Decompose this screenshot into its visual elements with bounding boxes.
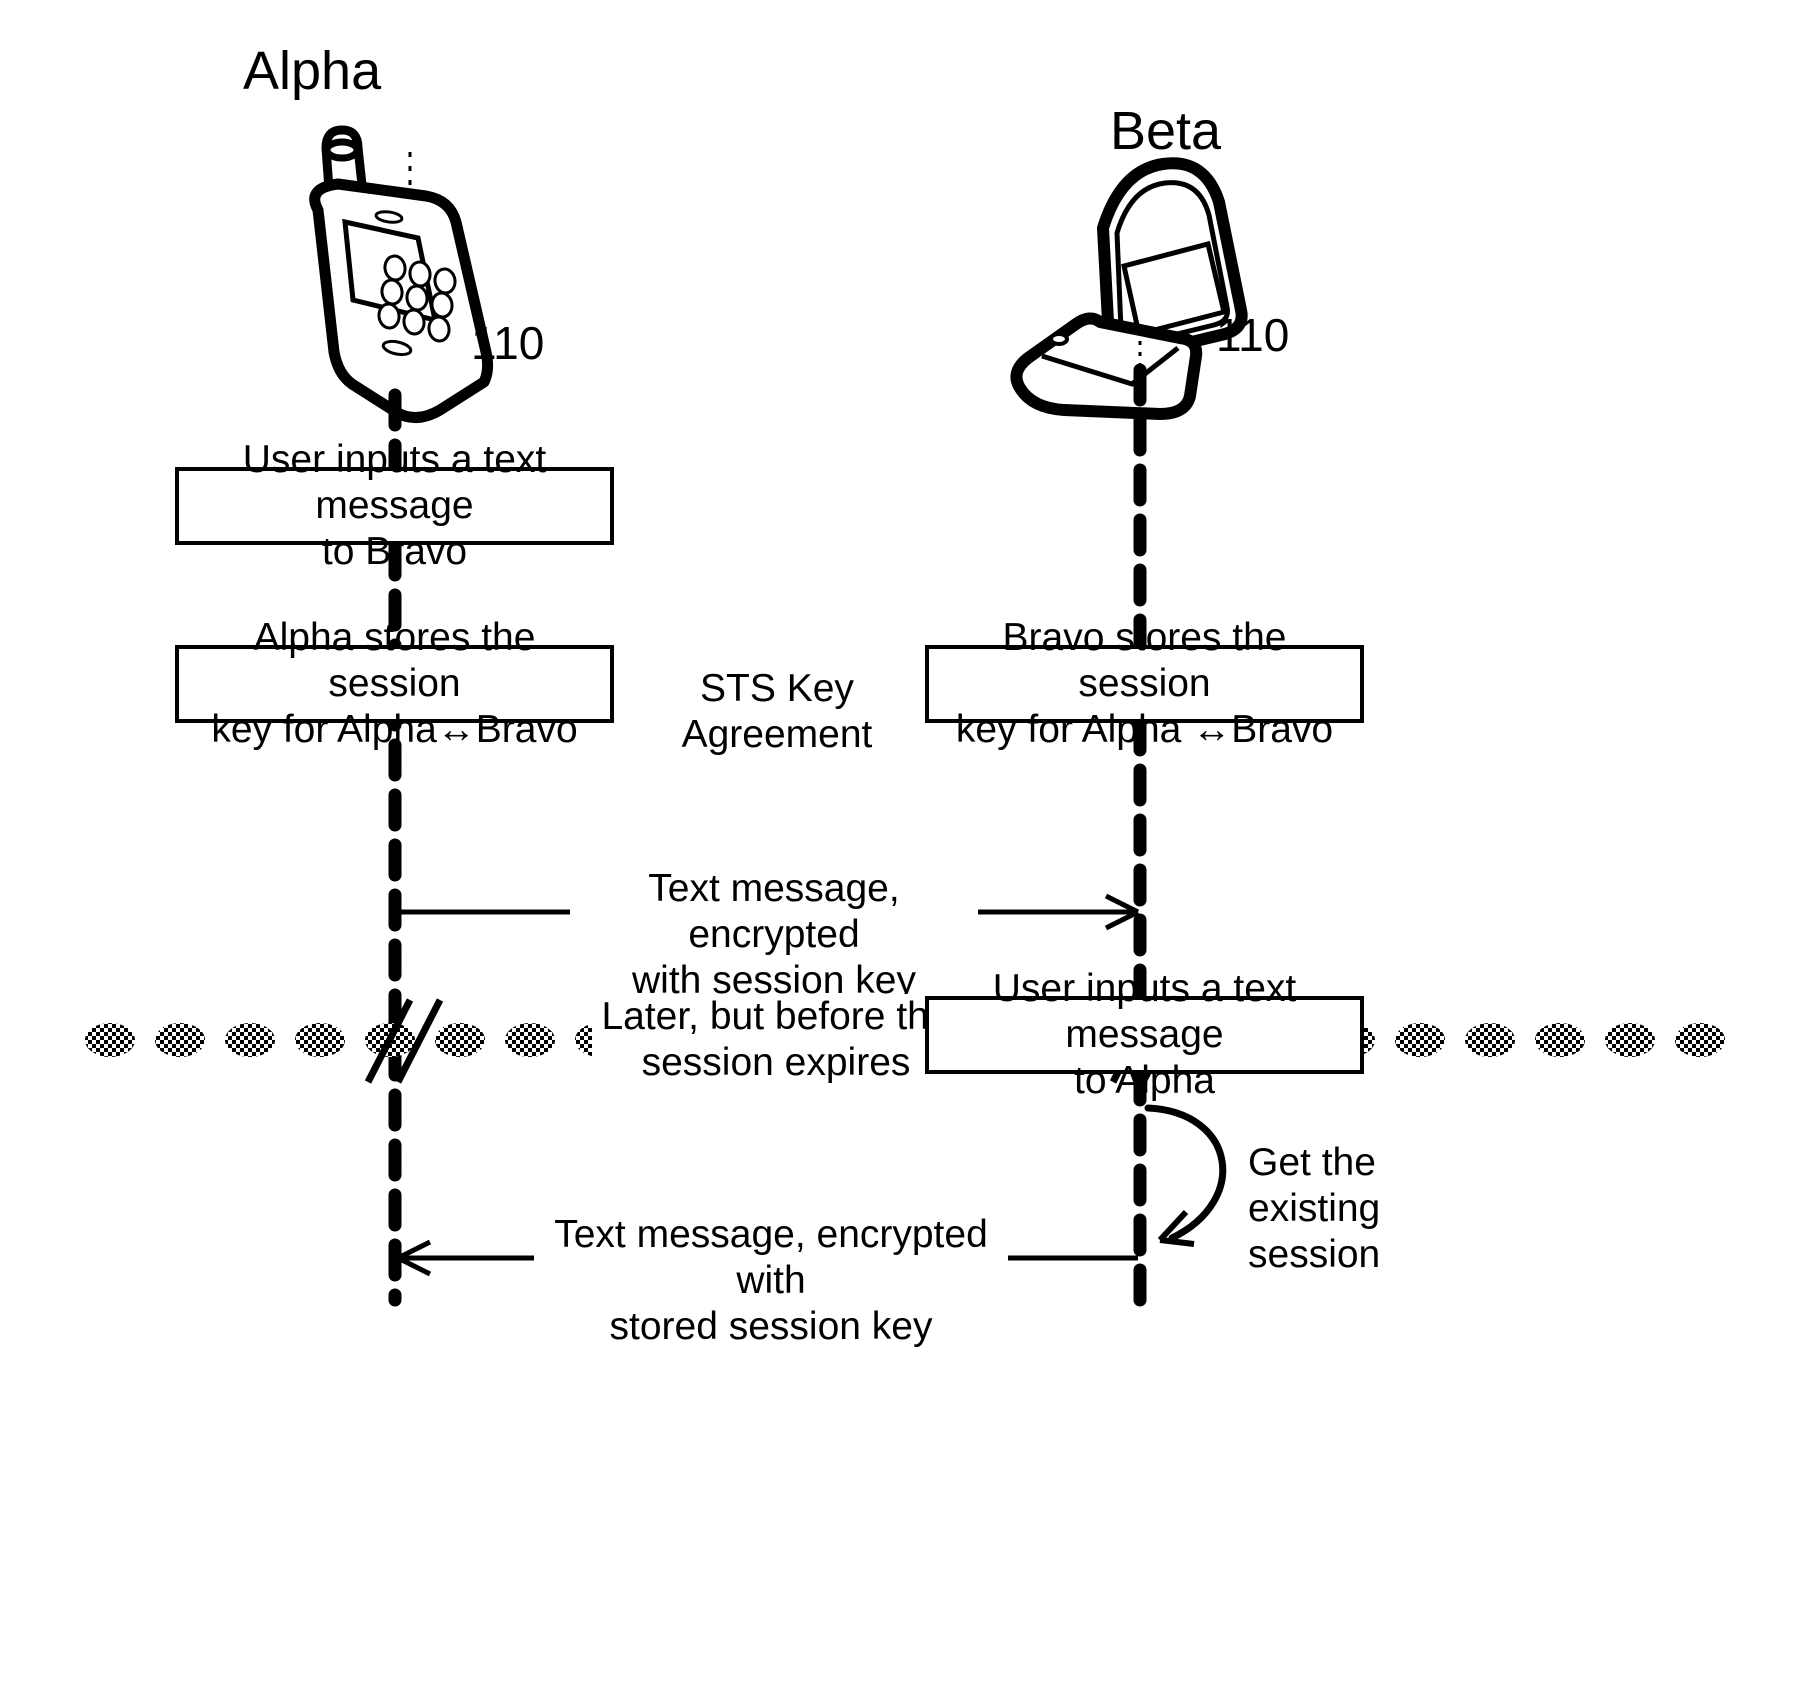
message-label-text-message-session-key: Text message, encrypted with session key (570, 866, 978, 1004)
actor-label-beta: Beta (1110, 101, 1222, 161)
process-box-bravo-stores-session-key: Bravo stores the session key for Alpha ↔… (925, 616, 1364, 751)
sequence-diagram-svg (85, 125, 1725, 1307)
alpha-phone-icon (309, 125, 494, 423)
beta-phone-icon (1010, 157, 1248, 420)
get-existing-session-selfloop-arrow (1144, 1104, 1227, 1247)
time-break-label: Later, but before the session expires (592, 994, 960, 1086)
selfloop-label-get-existing-session: Get the existing session (1248, 1141, 1381, 1276)
process-box-alpha-stores-session-key: Alpha stores the session key for Alpha↔B… (175, 616, 614, 751)
process-box-alpha-user-input: User inputs a text message to Bravo (175, 438, 614, 573)
diagram-canvas: Alpha Beta 110 110 User inputs a text me… (0, 0, 1814, 1703)
reference-number-alpha: 110 (471, 317, 545, 369)
reference-number-beta: 110 (1216, 309, 1290, 361)
message-label-sts-key-agreement: STS Key Agreement (600, 666, 954, 758)
message-label-text-message-stored-key: Text message, encrypted with stored sess… (534, 1212, 1008, 1350)
actor-label-alpha: Alpha (243, 41, 382, 101)
process-box-beta-user-input: User inputs a text message to Alpha (925, 967, 1364, 1102)
